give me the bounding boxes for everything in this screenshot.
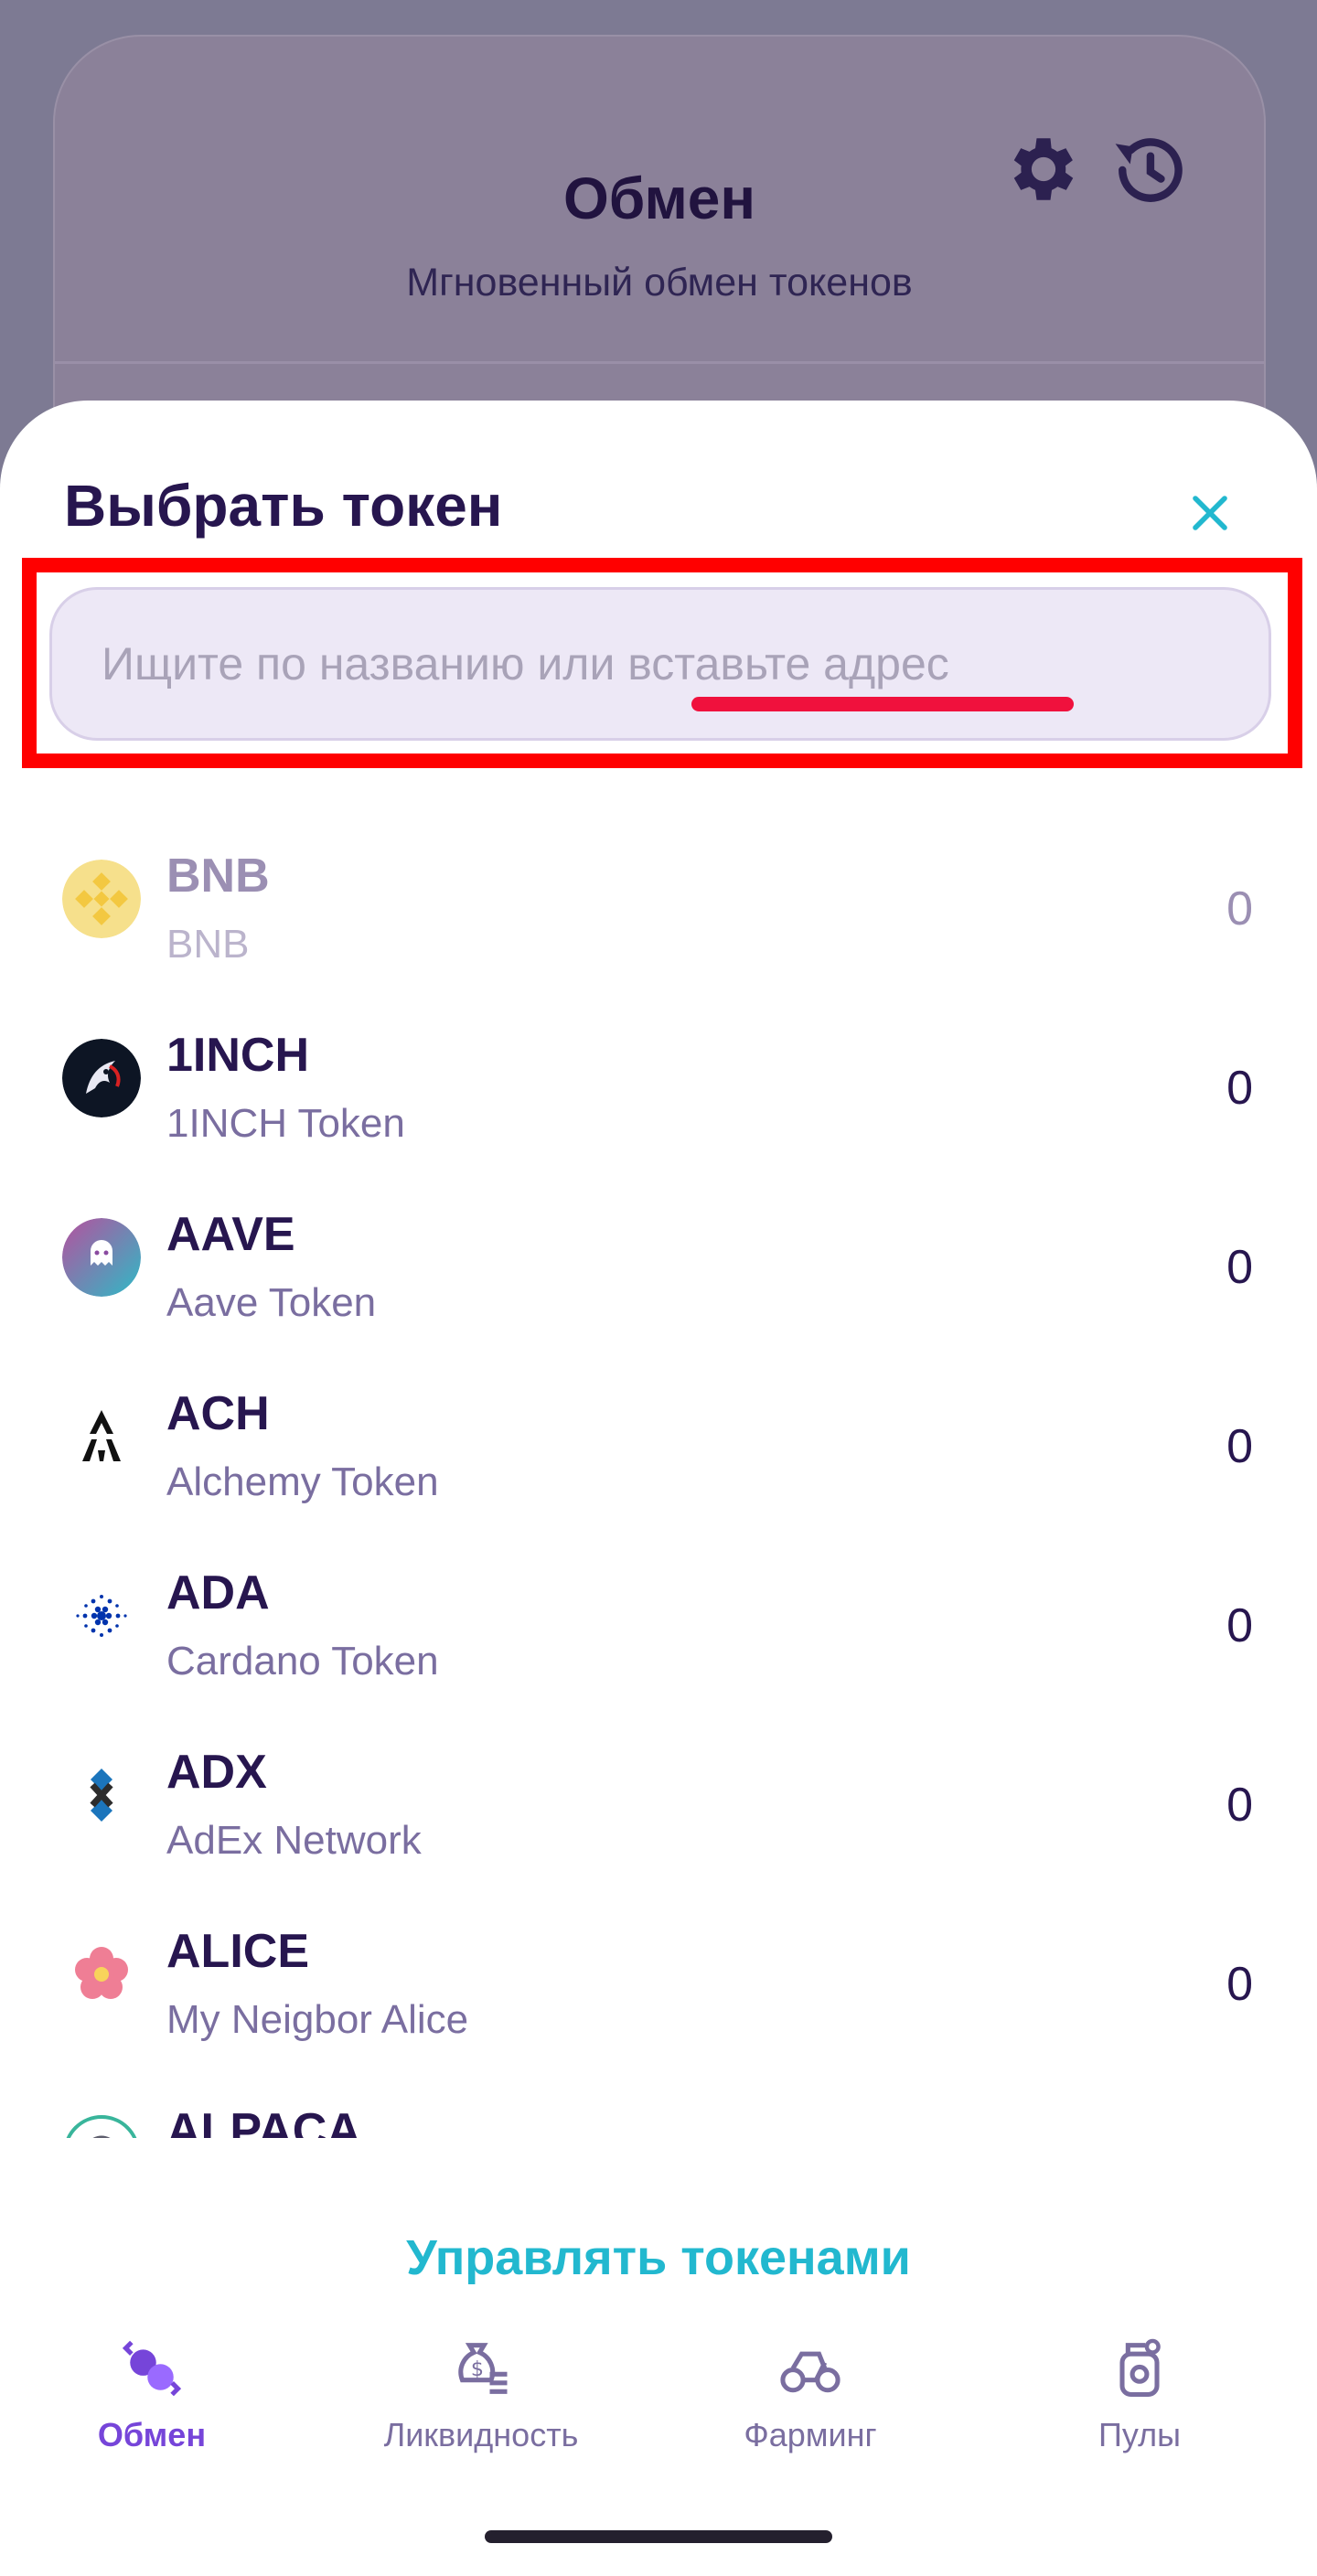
token-balance: 0: [1226, 1779, 1253, 1832]
nav-label: Пулы: [1098, 2416, 1181, 2453]
alpaca-logo-icon: [62, 2114, 141, 2138]
token-name: 1INCH Token: [166, 1101, 405, 1146]
token-row-alpaca[interactable]: ALPACA: [0, 2085, 1317, 2138]
token-balance: 0: [1226, 1062, 1253, 1115]
alchemy-logo-icon: [62, 1397, 141, 1476]
sheet-title: Выбрать токен: [64, 473, 503, 539]
token-symbol: ALPACA: [166, 2104, 361, 2138]
token-symbol: ADA: [166, 1566, 270, 1619]
token-symbol: ADX: [166, 1746, 267, 1799]
token-name: BNB: [166, 922, 250, 967]
bottom-nav: Обмен $ Ликвидность Фарминг Пулы: [0, 2314, 1317, 2496]
token-name: Cardano Token: [166, 1639, 439, 1683]
swap-subtitle: Мгновенный обмен токенов: [406, 261, 913, 305]
farming-icon: [780, 2351, 841, 2393]
alice-logo-icon: [62, 1935, 141, 2014]
adex-logo-icon: [62, 1756, 141, 1834]
manage-tokens-button[interactable]: Управлять токенами: [0, 2229, 1317, 2286]
token-row-adx[interactable]: ADX AdEx Network 0: [0, 1726, 1317, 1906]
token-row-1inch[interactable]: 1INCH 1INCH Token 0: [0, 1010, 1317, 1189]
token-symbol: BNB: [166, 850, 270, 903]
token-balance: 0: [1226, 1599, 1253, 1652]
cardano-logo-icon: [62, 1577, 141, 1655]
nav-item-pools[interactable]: Пулы: [993, 2314, 1286, 2496]
token-row-bnb[interactable]: BNB BNB 0: [0, 830, 1317, 1010]
token-select-sheet: Выбрать токен BNB: [0, 401, 1317, 2576]
history-icon[interactable]: [1107, 128, 1191, 212]
aave-logo-icon: [62, 1218, 141, 1297]
token-symbol: ACH: [166, 1387, 270, 1440]
nav-label: Ликвидность: [383, 2416, 579, 2453]
divider: [55, 361, 1264, 364]
home-indicator: [485, 2530, 832, 2543]
token-symbol: AAVE: [166, 1208, 295, 1261]
token-balance: 0: [1226, 1958, 1253, 2011]
token-symbol: 1INCH: [166, 1029, 310, 1082]
token-name: AdEx Network: [166, 1818, 422, 1863]
token-symbol: ALICE: [166, 1925, 309, 1978]
svg-text:$: $: [471, 2357, 484, 2381]
nav-item-swap[interactable]: Обмен: [5, 2314, 298, 2496]
token-name: My Neigbor Alice: [166, 1997, 469, 2042]
bnb-logo-icon: [62, 860, 141, 938]
1inch-logo-icon: [62, 1039, 141, 1117]
token-balance: 0: [1226, 1420, 1253, 1473]
nav-label: Обмен: [97, 2416, 207, 2453]
token-row-alice[interactable]: ALICE My Neigbor Alice 0: [0, 1906, 1317, 2085]
gear-icon[interactable]: [1002, 128, 1085, 210]
token-row-aave[interactable]: AAVE Aave Token 0: [0, 1189, 1317, 1368]
search-input[interactable]: [49, 587, 1271, 741]
token-balance: 0: [1226, 1241, 1253, 1294]
token-row-ada[interactable]: ADA Cardano Token 0: [0, 1547, 1317, 1726]
close-button[interactable]: [1180, 483, 1240, 543]
close-icon: [1193, 496, 1227, 530]
nav-item-liquidity[interactable]: $ Ликвидность: [335, 2314, 627, 2496]
token-balance: 0: [1226, 882, 1253, 935]
pools-icon: [1119, 2338, 1161, 2398]
underline-annotation: [691, 697, 1074, 711]
token-row-ach[interactable]: ACH Alchemy Token 0: [0, 1368, 1317, 1547]
token-name: Aave Token: [166, 1280, 377, 1325]
token-list: BNB BNB 0 1INCH 1INCH Token 0 AAVE Aave …: [0, 830, 1317, 2138]
nav-label: Фарминг: [744, 2416, 877, 2453]
token-name: Alchemy Token: [166, 1459, 439, 1504]
liquidity-icon: $: [458, 2343, 508, 2394]
nav-item-farming[interactable]: Фарминг: [664, 2314, 957, 2496]
swap-icon: [122, 2340, 182, 2397]
